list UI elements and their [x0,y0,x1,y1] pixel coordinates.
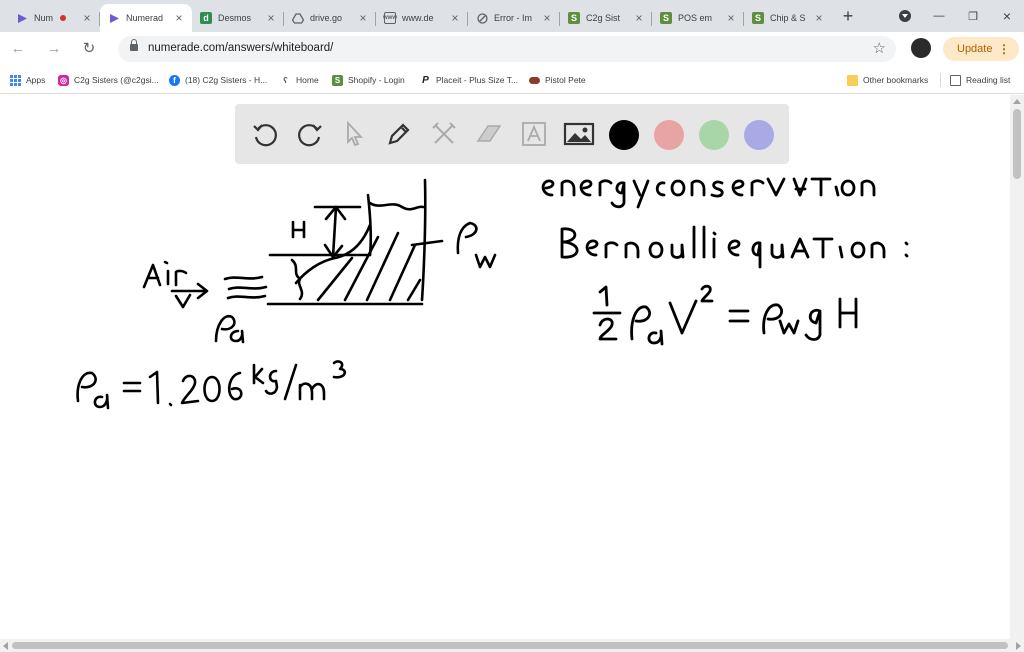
update-button[interactable]: Update ⋮ [943,37,1019,61]
folder-icon [847,74,858,86]
bookmark-label: C2g Sisters (@c2gsi... [74,75,159,85]
apps-grid-icon [10,74,21,86]
bernoulli-formula-drawing [592,284,858,346]
pistol-icon [529,76,540,84]
reading-list-label: Reading list [966,75,1011,85]
bookmark-facebook[interactable]: f (18) C2g Sisters - H... [169,73,267,87]
bookmarks-bar: Apps ◎ C2g Sisters (@c2gsi... f (18) C2g… [0,66,1024,94]
close-icon[interactable]: × [812,11,826,25]
profile-avatar[interactable] [911,38,931,58]
tab-title: C2g Sist [586,13,621,23]
bookmark-other[interactable]: Other bookmarks [847,73,928,87]
minimize-button[interactable]: — [922,0,956,32]
close-icon[interactable]: × [724,11,738,25]
address-bar[interactable]: numerade.com/answers/whiteboard/ ☆ [118,36,896,62]
horizontal-scrollbar[interactable] [0,639,1024,652]
update-label: Update [957,43,993,55]
close-icon[interactable]: × [448,11,462,25]
bookmark-label: Shopify - Login [348,75,405,85]
numerade-icon [108,12,120,24]
tab-1[interactable]: Numerad × [100,4,192,32]
shopify-icon: S [752,12,764,24]
tab-title: Num [34,13,54,23]
tab-title: Error - Im [494,13,532,23]
bookmark-star-icon[interactable]: ☆ [873,39,886,57]
air-density-equation-drawing [76,360,347,410]
placeit-icon: P [422,74,429,86]
tab-2[interactable]: d Desmos × [192,4,284,32]
tab-title: Desmos [218,13,252,23]
bernoulli-equation-text-drawing [560,225,909,269]
bookmark-home[interactable]: ʕ Home [280,73,319,87]
tab-title: Chip & S [770,13,806,23]
forward-button[interactable]: → [43,38,65,60]
bookmark-label: Home [296,75,319,85]
tab-7[interactable]: S POS em × [652,4,744,32]
numerade-icon [16,12,28,24]
other-bookmarks-label: Other bookmarks [863,75,929,85]
bookmark-label: Placeit - Plus Size T... [436,75,519,85]
home-icon: ʕ [283,75,288,85]
vertical-scrollbar[interactable] [1010,95,1024,639]
tab-4[interactable]: www www.de × [376,4,468,32]
bookmark-label: Apps [26,75,46,85]
close-icon[interactable]: × [80,11,94,25]
recording-dot-icon [60,15,66,21]
tab-title: drive.go [310,13,343,23]
restore-button[interactable]: ❐ [956,0,990,32]
new-tab-button[interactable]: + [838,6,858,26]
tab-6[interactable]: S C2g Sist × [560,4,652,32]
tab-0[interactable]: Num × [8,4,100,32]
tab-title: Numerad [126,13,164,23]
bookmark-label: Pistol Pete [545,75,586,85]
rho-a-label-drawing [214,314,245,344]
horizontal-scroll-thumb[interactable] [12,642,1008,649]
close-window-button[interactable]: × [990,0,1024,32]
bookmark-pistol-pete[interactable]: Pistol Pete [529,73,586,87]
bookmark-label: (18) C2g Sisters - H... [185,75,268,85]
bernoulli-diagram-drawing [223,178,444,306]
desmos-icon: d [200,12,212,24]
bookmark-apps[interactable]: Apps [10,73,45,87]
tab-8[interactable]: S Chip & S × [744,4,832,32]
tab-strip: Num × Numerad × d Desmos × drive.go × ww… [0,0,1024,32]
air-label-drawing [142,260,209,309]
energy-conservation-text-drawing [541,177,876,209]
close-icon[interactable]: × [172,11,186,25]
bookmark-instagram[interactable]: ◎ C2g Sisters (@c2gsi... [58,73,159,87]
back-button[interactable]: ← [7,38,29,60]
whiteboard-canvas[interactable] [0,95,1010,639]
close-icon[interactable]: × [540,11,554,25]
lock-icon [130,39,138,51]
tab-search-icon[interactable] [899,10,911,22]
shopify-icon: S [568,12,580,24]
bookmark-shopify[interactable]: S Shopify - Login [332,73,405,87]
close-icon[interactable]: × [356,11,370,25]
bookmark-placeit[interactable]: P Placeit - Plus Size T... [420,73,518,87]
menu-dots-icon[interactable]: ⋮ [998,37,1010,61]
reading-list[interactable]: Reading list [940,73,1010,87]
h-label-drawing [291,220,306,239]
vertical-scroll-thumb[interactable] [1013,109,1021,179]
whiteboard-page [0,95,1010,639]
globe-icon: www [383,12,397,24]
instagram-icon: ◎ [58,74,69,86]
close-icon[interactable]: × [264,11,278,25]
shopify-icon: S [332,74,343,86]
tab-title: www.de [402,13,434,23]
drive-icon [292,12,304,24]
close-icon[interactable]: × [632,11,646,25]
error-icon [476,12,488,24]
reading-list-icon [950,74,961,86]
tab-title: POS em [678,13,713,23]
reload-button[interactable]: ↻ [78,38,100,60]
rho-w-label-drawing [456,221,497,269]
tab-5[interactable]: Error - Im × [468,4,560,32]
browser-toolbar: ← → ↻ numerade.com/answers/whiteboard/ ☆ [0,32,1024,66]
tab-3[interactable]: drive.go × [284,4,376,32]
facebook-icon: f [169,74,180,86]
shopify-icon: S [660,12,672,24]
url-text[interactable]: numerade.com/answers/whiteboard/ [148,42,333,54]
